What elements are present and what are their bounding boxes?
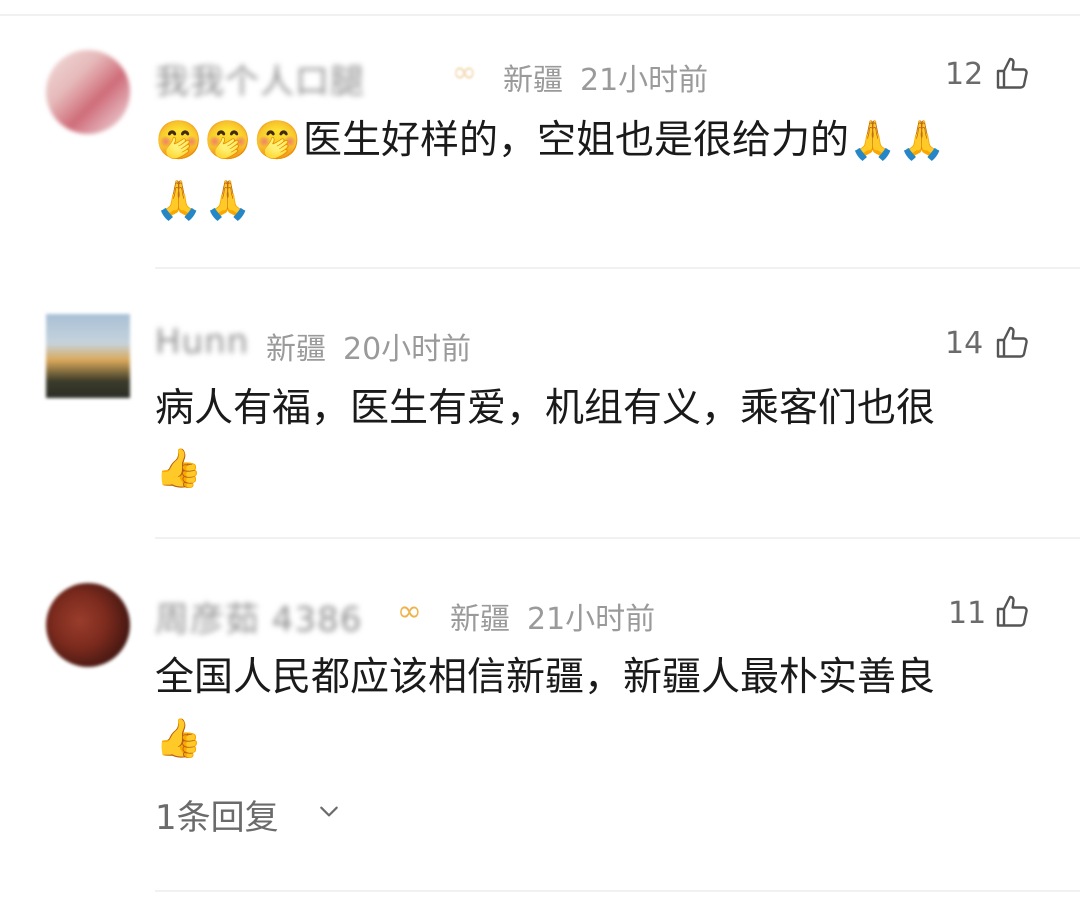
username[interactable]: 我我个人口腿 bbox=[155, 54, 365, 103]
vip-badge-icon: ∞ bbox=[397, 594, 422, 629]
emoji-icon: 🤭 bbox=[204, 118, 252, 162]
thumbs-up-icon[interactable] bbox=[995, 325, 1031, 361]
emoji-icon: 🙏 bbox=[155, 178, 203, 222]
comment-text: 全国人民都应该相信新疆，新疆人最朴实善良 bbox=[155, 655, 936, 700]
comment-location: 新疆 bbox=[503, 63, 563, 98]
username[interactable]: 周彦茹 4386 bbox=[155, 592, 362, 641]
comment-location: 新疆 bbox=[266, 332, 326, 367]
thumbs-up-icon[interactable] bbox=[995, 594, 1031, 630]
like-count: 14 bbox=[945, 326, 984, 361]
divider bbox=[0, 14, 1080, 16]
comment-text-line-2: 🙏🙏 bbox=[155, 172, 1025, 229]
comment-location: 新疆 bbox=[450, 602, 510, 637]
comment-time: 20小时前 bbox=[343, 332, 472, 367]
emoji-icon: 🙏 bbox=[898, 118, 946, 162]
divider bbox=[155, 890, 1080, 892]
emoji-icon: 🙏 bbox=[204, 178, 252, 222]
username[interactable]: Hunn bbox=[155, 322, 249, 362]
comment-text: 病人有福，医生有爱，机组有义，乘客们也很 bbox=[155, 386, 936, 431]
divider bbox=[155, 267, 1080, 269]
vip-badge-icon: ∞ bbox=[452, 55, 477, 90]
comment-text-line-2: 👍 bbox=[155, 440, 1025, 497]
avatar[interactable] bbox=[46, 314, 130, 398]
comment-time: 21小时前 bbox=[580, 63, 709, 98]
emoji-icon: 🤭 bbox=[253, 118, 301, 162]
emoji-icon: 🙏 bbox=[849, 118, 897, 162]
comment-text-line-2: 👍 bbox=[155, 710, 1025, 767]
comment-text-block: 🤭🤭🤭医生好样的，空姐也是很给力的🙏🙏 bbox=[155, 112, 1025, 169]
thumbs-up-emoji-icon: 👍 bbox=[155, 716, 203, 760]
avatar[interactable] bbox=[46, 50, 130, 134]
view-replies-link[interactable]: 1条回复 bbox=[155, 790, 279, 839]
emoji-icon: 🤭 bbox=[155, 118, 203, 162]
chevron-down-icon[interactable] bbox=[318, 800, 340, 822]
thumbs-up-icon[interactable] bbox=[995, 56, 1031, 92]
like-count: 12 bbox=[945, 57, 984, 92]
like-count: 11 bbox=[948, 596, 987, 631]
comment-text: 医生好样的，空姐也是很给力的 bbox=[302, 118, 849, 163]
comments-page: 我我个人口腿 ∞ 新疆 21小时前 12 🤭🤭🤭医生好样的，空姐也是很给力的🙏🙏… bbox=[0, 0, 1080, 910]
avatar[interactable] bbox=[46, 583, 130, 667]
divider bbox=[155, 537, 1080, 539]
thumbs-up-emoji-icon: 👍 bbox=[155, 446, 203, 490]
comment-time: 21小时前 bbox=[527, 602, 656, 637]
